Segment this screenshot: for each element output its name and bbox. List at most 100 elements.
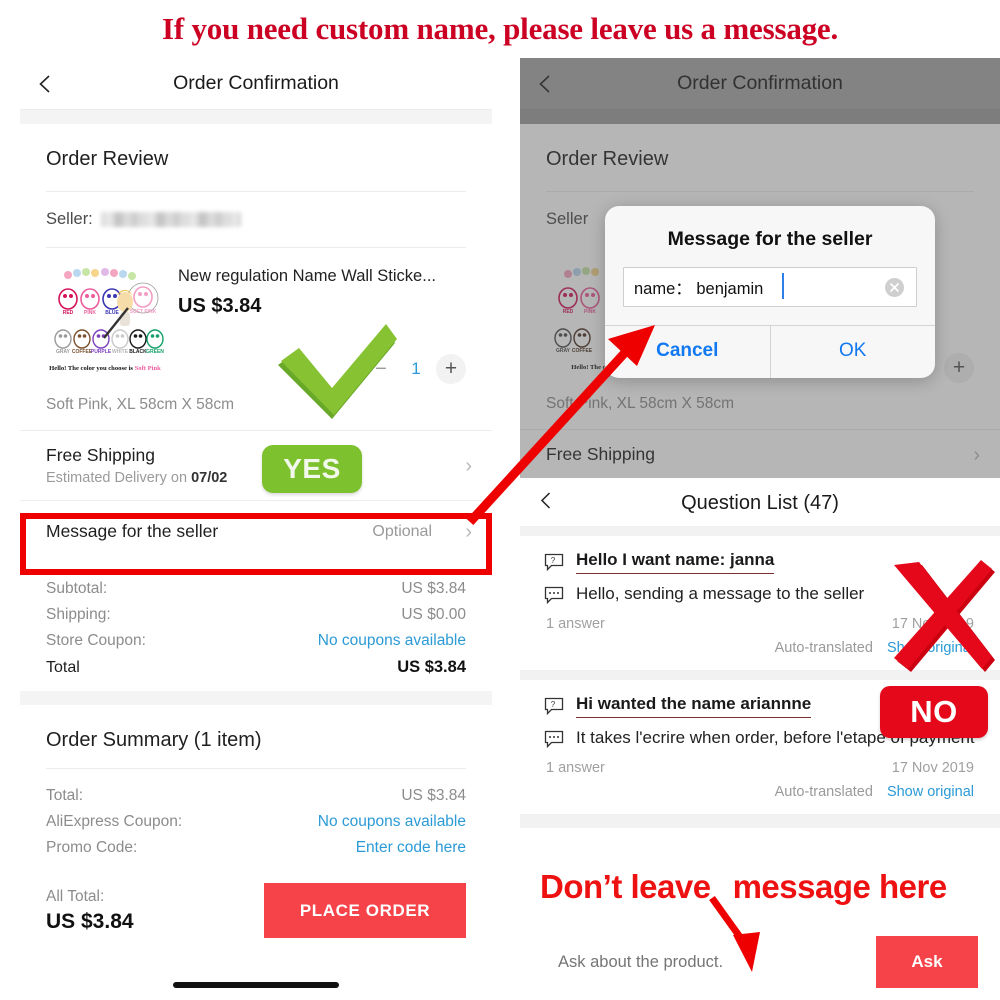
right-shipping-title: Free Shipping [546,444,655,464]
message-for-seller-row[interactable]: Message for the seller Optional › [20,500,492,562]
answer-text: Hello, sending a message to the seller [576,584,865,603]
svg-text:?: ? [551,556,556,565]
quantity-decrease-button[interactable]: − [366,354,396,384]
ask-button[interactable]: Ask [876,936,978,988]
home-indicator [173,982,339,988]
quantity-increase-button[interactable]: + [436,354,466,384]
left-page-title: Order Confirmation [173,72,339,94]
chevron-left-icon[interactable] [34,73,56,95]
chevron-right-icon: › [973,443,980,466]
question-bubble-icon: ? [544,553,566,573]
right-gap [520,110,1000,124]
order-summary-heading: Order Summary (1 item) [46,729,262,751]
question-text: Hello I want name: janna [576,550,775,574]
message-input[interactable] [623,267,917,307]
chevron-left-icon[interactable] [534,73,556,95]
translation-row: Auto-translated Show original [544,632,976,660]
product-thumbnail[interactable]: RED PINK BLUE SOFT PINK GRAY COFFEE PURP… [46,262,164,380]
left-navbar: Order Confirmation [20,58,492,110]
price-line-label: Shipping: [46,606,111,623]
price-line-value[interactable]: No coupons available [318,632,466,650]
summary-line[interactable]: Promo Code: Enter code here [46,835,466,861]
checkout-bar: All Total: US $3.84 PLACE ORDER [20,871,492,938]
total-value: US $3.84 [397,658,466,676]
dont-leave-part2: message here [732,868,948,905]
product-variant: Soft Pink, XL 58cm X 58cm [46,396,235,413]
price-line: Subtotal: US $3.84 [46,576,466,602]
seller-label: Seller: [46,210,93,228]
question-meta: 1 answer 17 Nov 2019 [544,750,976,776]
chevron-left-icon[interactable] [536,491,556,516]
svg-text:PINK: PINK [584,309,596,315]
svg-text:COFFEE: COFFEE [572,348,593,354]
seller-row[interactable]: Seller: [20,192,492,247]
svg-text:WHITE: WHITE [112,349,129,355]
yes-badge: YES [262,445,362,493]
show-original-link[interactable]: Show original [887,784,974,800]
svg-text:RED: RED [63,310,74,316]
place-order-button[interactable]: PLACE ORDER [264,883,466,938]
svg-text:PINK: PINK [84,310,96,316]
svg-text:BLACK: BLACK [129,349,147,355]
left-gap [20,110,492,124]
auto-translated-label: Auto-translated [774,640,873,656]
chevron-right-icon: › [465,454,472,477]
promo-banner-text: If you need custom name, please leave us… [161,11,839,46]
question-item[interactable]: ? Hello I want name: janna Hello, sendin… [520,536,1000,670]
svg-text:GREEN: GREEN [146,349,164,355]
svg-text:SOFT PINK: SOFT PINK [130,309,157,315]
order-summary-lines: Total: US $3.84 AliExpress Coupon: No co… [20,769,492,871]
question-list-navbar: Question List (47) [520,480,1000,526]
right-page-title: Order Confirmation [677,72,843,94]
price-line[interactable]: Store Coupon: No coupons available [46,628,466,654]
cancel-button[interactable]: Cancel [605,326,771,378]
quantity-stepper[interactable]: − 1 + [366,354,466,384]
text-caret [782,273,784,299]
shipping-estimate-prefix: Estimated Delivery on [46,470,192,486]
question-line: ? Hello I want name: janna [544,550,976,574]
price-line: Shipping: US $0.00 [46,602,466,628]
svg-text:RED: RED [563,309,574,315]
price-line-label: Subtotal: [46,580,108,597]
answer-count: 1 answer [546,760,605,776]
summary-line[interactable]: AliExpress Coupon: No coupons available [46,809,466,835]
answer-bubble-icon [544,730,566,750]
right-order-review-heading: Order Review [546,148,669,170]
answer-count: 1 answer [546,616,605,632]
question-list-screen: Question List (47) ? Hello I want name: … [520,480,1000,1000]
total-label: Total [46,659,80,676]
shipping-row[interactable]: Free Shipping Estimated Delivery on 07/0… [20,430,492,500]
show-original-link[interactable]: Show original [887,640,974,656]
right-quantity-increase-button: + [944,353,974,383]
all-total: All Total: US $3.84 [46,888,134,934]
question-meta: 1 answer 17 Nov 2019 [544,606,976,632]
ask-input[interactable] [542,936,876,988]
all-total-label: All Total: [46,887,105,905]
product-row[interactable]: RED PINK BLUE SOFT PINK GRAY COFFEE PURP… [20,248,492,386]
section-gap [20,691,492,705]
summary-line-label: Promo Code: [46,839,138,856]
dialog-input-wrap [605,267,935,325]
right-quantity-stepper: + [944,353,974,383]
right-shipping-row: Free Shipping › [520,429,1000,479]
summary-line-value[interactable]: No coupons available [318,813,466,831]
quantity-value: 1 [411,359,421,378]
summary-line-label: Total: [46,787,84,804]
question-list-gap [520,526,1000,536]
svg-text:GRAY: GRAY [56,349,71,355]
dont-leave-part1: Don’t leave [540,868,711,905]
shipping-estimate-date: 07/02 [191,470,228,486]
price-line-total: Total US $3.84 [46,654,466,681]
summary-line-value: US $3.84 [401,787,466,804]
clear-circle-icon[interactable] [884,277,905,298]
message-for-seller-dialog: Message for the seller Cancel OK [605,206,935,378]
summary-line-value[interactable]: Enter code here [356,839,466,857]
question-date: 17 Nov 2019 [891,760,974,776]
summary-line-label: AliExpress Coupon: [46,813,183,830]
right-product-variant: Soft Pink, XL 58cm X 58cm [546,395,735,412]
price-line-value: US $3.84 [401,580,466,597]
answer-bubble-icon [544,586,566,606]
dialog-title: Message for the seller [667,228,873,250]
ok-button[interactable]: OK [771,326,936,378]
summary-line: Total: US $3.84 [46,783,466,809]
